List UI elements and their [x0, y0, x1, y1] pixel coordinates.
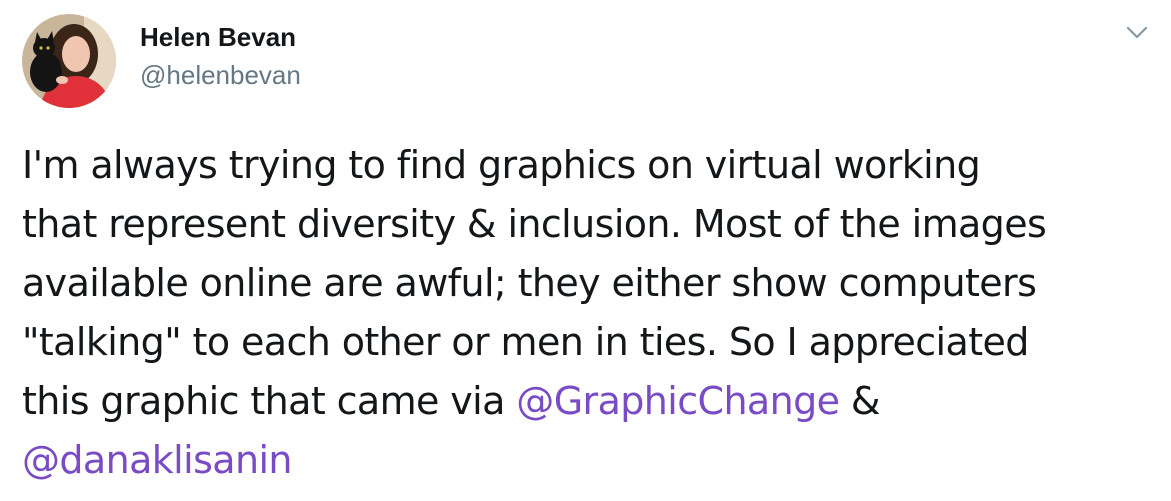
author-handle[interactable]: @helenbevan — [140, 58, 301, 92]
author-display-name[interactable]: Helen Bevan — [140, 20, 296, 54]
avatar-image — [22, 14, 116, 108]
tweet-text-segment: & — [839, 379, 881, 423]
tweet-menu-button[interactable] — [1122, 20, 1152, 44]
tweet-text: I'm always trying to find graphics on vi… — [22, 136, 1157, 490]
mention-link-danaklisanin[interactable]: @danaklisanin — [22, 438, 293, 482]
tweet-text-segment: this graphic that came via — [22, 379, 517, 423]
tweet-text-line: this graphic that came via @GraphicChang… — [22, 372, 1157, 431]
chevron-down-icon — [1126, 26, 1148, 39]
tweet-text-line: "talking" to each other or men in ties. … — [22, 320, 1029, 364]
author-avatar[interactable] — [22, 14, 116, 108]
tweet-text-line: I'm always trying to find graphics on vi… — [22, 143, 981, 187]
tweet-text-line: available online are awful; they either … — [22, 261, 1037, 305]
tweet-text-line: @danaklisanin — [22, 431, 1157, 490]
tweet-text-line: that represent diversity & inclusion. Mo… — [22, 202, 1047, 246]
mention-link-graphicchange[interactable]: @GraphicChange — [516, 379, 840, 423]
tweet-card: Helen Bevan @helenbevan I'm always tryin… — [0, 0, 1171, 501]
